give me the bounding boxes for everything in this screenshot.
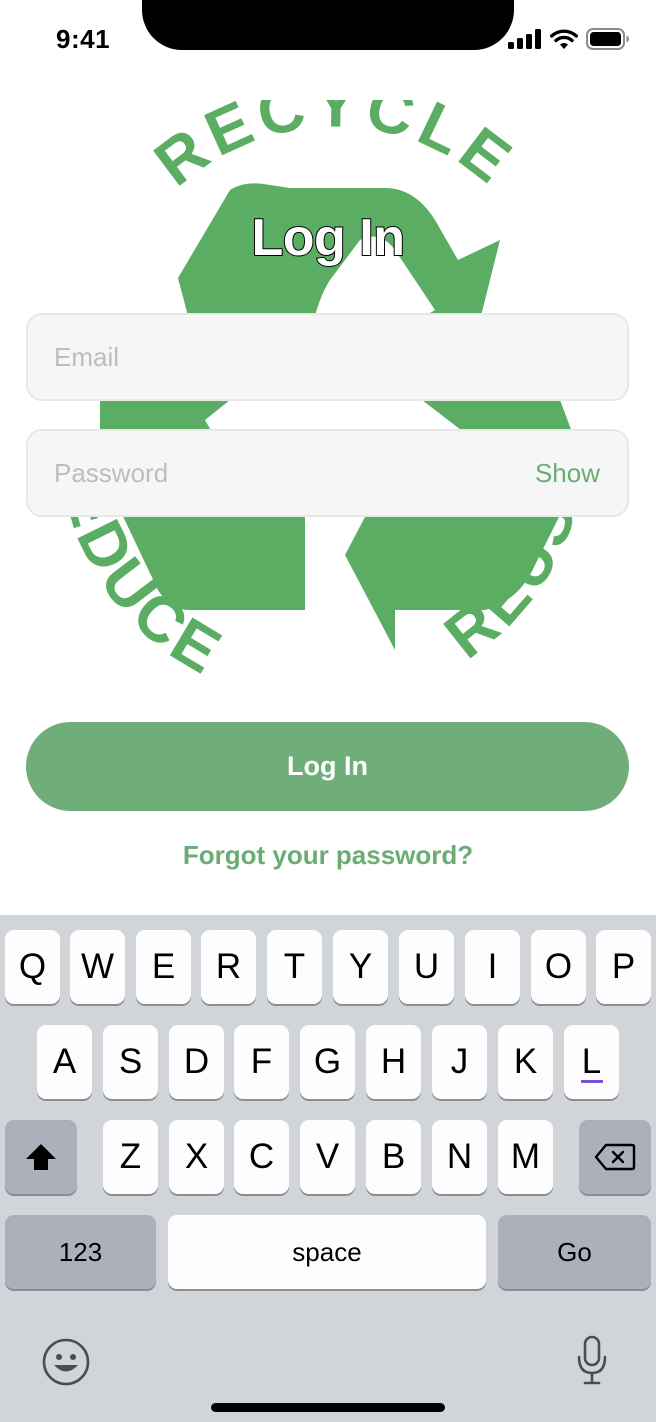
- key-m[interactable]: M: [498, 1120, 553, 1194]
- emoji-icon[interactable]: [42, 1338, 90, 1386]
- key-t[interactable]: T: [267, 930, 322, 1004]
- key-p[interactable]: P: [596, 930, 651, 1004]
- shift-key[interactable]: [5, 1120, 77, 1194]
- key-a[interactable]: A: [37, 1025, 92, 1099]
- key-u[interactable]: U: [399, 930, 454, 1004]
- key-z[interactable]: Z: [103, 1120, 158, 1194]
- password-field[interactable]: Show: [26, 429, 629, 517]
- login-button[interactable]: Log In: [26, 722, 629, 811]
- password-input[interactable]: [54, 431, 514, 515]
- key-f[interactable]: F: [234, 1025, 289, 1099]
- key-y[interactable]: Y: [333, 930, 388, 1004]
- key-h[interactable]: H: [366, 1025, 421, 1099]
- status-bar: 9:41: [0, 0, 656, 80]
- keyboard: Q W E R T Y U I O P A S D F G H J K L Z …: [0, 915, 656, 1422]
- key-q[interactable]: Q: [5, 930, 60, 1004]
- cellular-signal-icon: [508, 29, 541, 49]
- status-time: 9:41: [56, 24, 111, 54]
- key-v[interactable]: V: [300, 1120, 355, 1194]
- space-key[interactable]: space: [168, 1215, 486, 1289]
- key-j[interactable]: J: [432, 1025, 487, 1099]
- delete-icon: [594, 1143, 636, 1171]
- key-o[interactable]: O: [531, 930, 586, 1004]
- status-icons: [508, 28, 630, 50]
- forgot-password-link[interactable]: Forgot your password?: [0, 840, 656, 871]
- key-w[interactable]: W: [70, 930, 125, 1004]
- go-key[interactable]: Go: [498, 1215, 651, 1289]
- email-field[interactable]: [26, 313, 629, 401]
- page-title: Log In: [251, 208, 406, 268]
- device-notch: [142, 0, 514, 50]
- key-r[interactable]: R: [201, 930, 256, 1004]
- key-l[interactable]: L: [564, 1025, 619, 1099]
- key-c[interactable]: C: [234, 1120, 289, 1194]
- key-b[interactable]: B: [366, 1120, 421, 1194]
- key-x[interactable]: X: [169, 1120, 224, 1194]
- key-k[interactable]: K: [498, 1025, 553, 1099]
- delete-key[interactable]: [579, 1120, 651, 1194]
- key-n[interactable]: N: [432, 1120, 487, 1194]
- key-g[interactable]: G: [300, 1025, 355, 1099]
- key-l-underline: [580, 1079, 603, 1083]
- shift-icon: [26, 1144, 56, 1170]
- logo-recycle-word: RECYCLE: [141, 100, 529, 200]
- email-input[interactable]: [54, 315, 514, 399]
- key-e[interactable]: E: [136, 930, 191, 1004]
- show-password-toggle[interactable]: Show: [535, 458, 600, 489]
- numbers-key[interactable]: 123: [5, 1215, 156, 1289]
- key-l-label: L: [581, 1041, 602, 1081]
- battery-icon: [586, 28, 629, 50]
- home-indicator[interactable]: [211, 1403, 445, 1412]
- key-s[interactable]: S: [103, 1025, 158, 1099]
- wifi-icon: [550, 29, 578, 49]
- microphone-icon[interactable]: [576, 1335, 608, 1387]
- key-i[interactable]: I: [465, 930, 520, 1004]
- key-d[interactable]: D: [169, 1025, 224, 1099]
